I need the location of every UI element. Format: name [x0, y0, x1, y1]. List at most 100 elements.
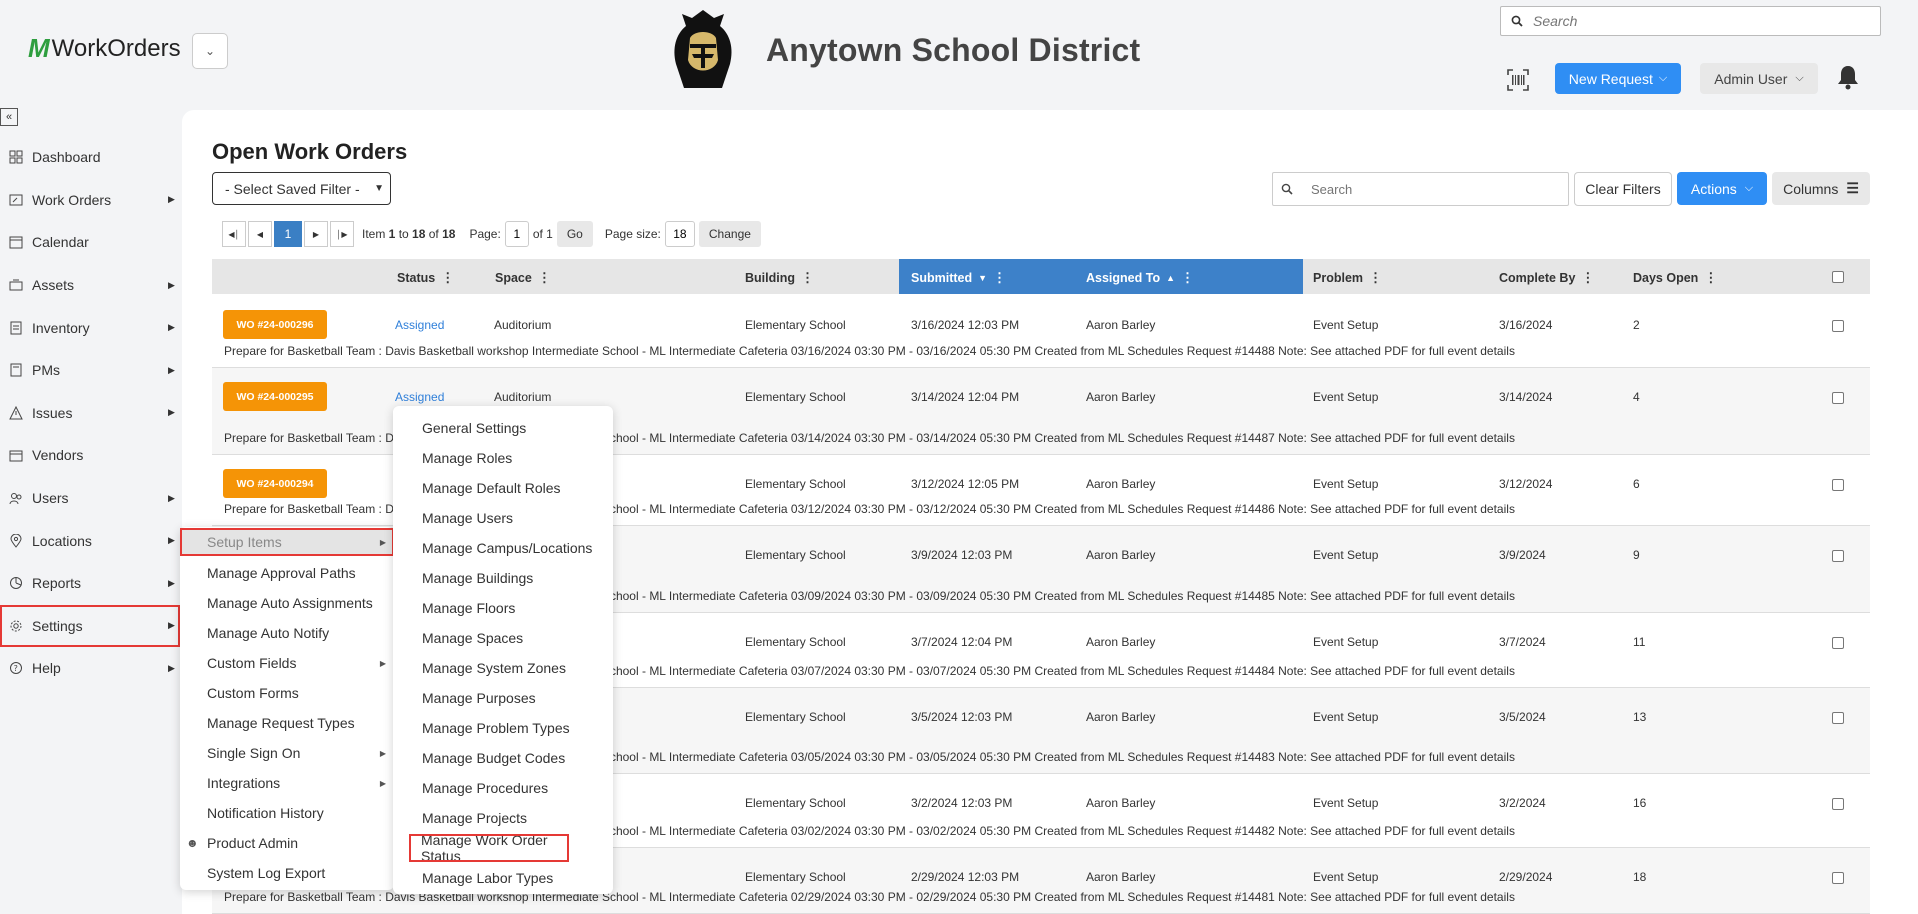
sidebar-item-inventory[interactable]: Inventory ▶	[0, 306, 180, 349]
settings-menu-item-manage-auto-notify[interactable]: Manage Auto Notify	[180, 619, 394, 647]
row-checkbox[interactable]	[1832, 712, 1844, 724]
header-assigned[interactable]: Assigned To ▲ ⋮	[1086, 270, 1194, 286]
setup-menu-item-manage-buildings[interactable]: Manage Buildings	[393, 564, 613, 592]
header-complete[interactable]: Complete By ⋮	[1499, 270, 1594, 286]
sidebar-item-settings[interactable]: Settings ▶	[0, 604, 180, 648]
setup-menu-item-manage-budget-codes[interactable]: Manage Budget Codes	[393, 744, 613, 772]
settings-menu-item-setup-items[interactable]: Setup Items ▶	[180, 528, 394, 556]
settings-menu-item-integrations[interactable]: Integrations ▶	[180, 769, 394, 797]
row-checkbox[interactable]	[1832, 320, 1844, 332]
header-days[interactable]: Days Open ⋮	[1633, 270, 1717, 286]
collapse-sidebar-icon[interactable]: «	[0, 108, 18, 126]
kebab-icon[interactable]: ⋮	[1369, 270, 1382, 286]
clear-filters-button[interactable]: Clear Filters	[1574, 172, 1672, 206]
header-space[interactable]: Space ⋮	[495, 270, 551, 286]
row-checkbox[interactable]	[1832, 872, 1844, 884]
setup-menu-item-manage-projects[interactable]: Manage Projects	[393, 804, 613, 832]
header-status[interactable]: Status ⋮	[397, 270, 454, 286]
row-checkbox[interactable]	[1832, 479, 1844, 491]
table-search-input[interactable]	[1311, 181, 1551, 197]
setup-menu-item-manage-labor-types[interactable]: Manage Labor Types	[393, 864, 613, 892]
settings-menu-item-custom-fields[interactable]: Custom Fields ▶	[180, 649, 394, 677]
page-number-input[interactable]	[504, 221, 529, 247]
sidebar-item-assets[interactable]: Assets ▶	[0, 264, 180, 307]
last-page-icon[interactable]: │▶	[330, 221, 354, 247]
table-search[interactable]	[1272, 172, 1569, 206]
brand-logo[interactable]: M WorkOrders	[28, 33, 181, 64]
global-search-input[interactable]	[1533, 13, 1853, 29]
sidebar-item-issues[interactable]: Issues ▶	[0, 392, 180, 435]
chevron-right-icon: ▶	[168, 322, 175, 333]
cell-status[interactable]: Assigned	[395, 318, 444, 332]
kebab-icon[interactable]: ⋮	[801, 270, 814, 286]
global-search[interactable]	[1500, 6, 1881, 36]
header-submitted[interactable]: Submitted ▼ ⋮	[911, 270, 1006, 286]
kebab-icon[interactable]: ⋮	[1704, 270, 1717, 286]
prev-page-icon[interactable]: ◀	[248, 221, 272, 247]
kebab-icon[interactable]: ⋮	[993, 270, 1006, 286]
setup-menu-item-manage-users[interactable]: Manage Users	[393, 504, 613, 532]
settings-menu-item-notification-history[interactable]: Notification History	[180, 799, 394, 827]
change-button[interactable]: Change	[698, 221, 761, 247]
setup-menu-item-manage-spaces[interactable]: Manage Spaces	[393, 624, 613, 652]
sidebar-item-pms[interactable]: PMs ▶	[0, 349, 180, 392]
row-checkbox[interactable]	[1832, 392, 1844, 404]
sidebar-item-vendors[interactable]: Vendors	[0, 434, 180, 477]
kebab-icon[interactable]: ⋮	[538, 270, 551, 286]
setup-menu-item-manage-purposes[interactable]: Manage Purposes	[393, 684, 613, 712]
settings-menu-item-custom-forms[interactable]: Custom Forms	[180, 679, 394, 707]
new-request-button[interactable]: New Request ⌵	[1555, 63, 1681, 94]
row-checkbox[interactable]	[1832, 550, 1844, 562]
settings-menu-item-system-log-export[interactable]: System Log Export	[180, 859, 394, 887]
page-current-button[interactable]: 1	[274, 221, 302, 247]
setup-menu-item-manage-procedures[interactable]: Manage Procedures	[393, 774, 613, 802]
row-checkbox[interactable]	[1832, 637, 1844, 649]
brand-mark: M	[28, 33, 50, 63]
sidebar-item-work-orders[interactable]: Work Orders ▶	[0, 179, 180, 222]
setup-menu-item-general-settings[interactable]: General Settings	[393, 414, 613, 442]
sidebar-item-locations[interactable]: Locations ▶	[0, 519, 180, 562]
sidebar-item-reports[interactable]: Reports ▶	[0, 562, 180, 605]
settings-menu-item-product-admin[interactable]: ☻ Product Admin	[180, 829, 394, 857]
setup-menu-item-manage-floors[interactable]: Manage Floors	[393, 594, 613, 622]
table-row[interactable]: WO #24-000296 Assigned Auditorium Elementar…	[212, 296, 1870, 368]
work-order-badge[interactable]: WO #24-000295	[223, 382, 327, 411]
cell-status[interactable]: Assigned	[395, 390, 444, 404]
header-building[interactable]: Building ⋮	[745, 270, 814, 286]
sidebar-item-users[interactable]: Users ▶	[0, 477, 180, 520]
first-page-icon[interactable]: ◀│	[222, 221, 246, 247]
setup-menu-item-manage-default-roles[interactable]: Manage Default Roles	[393, 474, 613, 502]
go-button[interactable]: Go	[556, 221, 593, 247]
setup-menu-item-manage-work-order-status[interactable]: Manage Work Order Status	[409, 832, 569, 864]
work-order-badge[interactable]: WO #24-000294	[223, 469, 327, 498]
table-header: Status ⋮ Space ⋮ Building ⋮ Submitted ▼ ⋮ Ass…	[212, 259, 1870, 294]
work-order-badge[interactable]: WO #24-000296	[223, 310, 327, 339]
app-switcher-button[interactable]: ⌄	[192, 33, 228, 69]
settings-menu-item-manage-auto-assignments[interactable]: Manage Auto Assignments	[180, 589, 394, 617]
page-size-input[interactable]	[664, 221, 695, 247]
columns-button[interactable]: Columns ☰	[1772, 172, 1870, 205]
sidebar-item-help[interactable]: ? Help ▶	[0, 647, 180, 690]
setup-menu-item-manage-system-zones[interactable]: Manage System Zones	[393, 654, 613, 682]
actions-button[interactable]: Actions ⌵	[1677, 172, 1767, 205]
setup-menu-item-manage-problem-types[interactable]: Manage Problem Types	[393, 714, 613, 742]
next-page-icon[interactable]: ▶	[304, 221, 328, 247]
settings-menu-item-manage-approval-paths[interactable]: Manage Approval Paths	[180, 559, 394, 587]
setup-menu-item-manage-campus-locations[interactable]: Manage Campus/Locations	[393, 534, 613, 562]
header-problem[interactable]: Problem ⋮	[1313, 270, 1382, 286]
kebab-icon[interactable]: ⋮	[441, 270, 454, 286]
kebab-icon[interactable]: ⋮	[1581, 270, 1594, 286]
select-all-checkbox[interactable]	[1832, 271, 1844, 283]
bell-icon[interactable]	[1836, 64, 1860, 90]
settings-menu-item-single-sign-on[interactable]: Single Sign On ▶	[180, 739, 394, 767]
barcode-scan-icon[interactable]	[1506, 68, 1530, 92]
kebab-icon[interactable]: ⋮	[1181, 270, 1194, 286]
chevron-right-icon: ▶	[168, 577, 175, 588]
user-menu-button[interactable]: Admin User ⌵	[1700, 63, 1818, 94]
sidebar-item-dashboard[interactable]: Dashboard	[0, 136, 180, 179]
row-checkbox[interactable]	[1832, 798, 1844, 810]
sidebar-item-calendar[interactable]: Calendar	[0, 221, 180, 264]
settings-menu-item-manage-request-types[interactable]: Manage Request Types	[180, 709, 394, 737]
setup-menu-item-manage-roles[interactable]: Manage Roles	[393, 444, 613, 472]
saved-filter-select[interactable]: - Select Saved Filter - ▼	[212, 172, 391, 205]
